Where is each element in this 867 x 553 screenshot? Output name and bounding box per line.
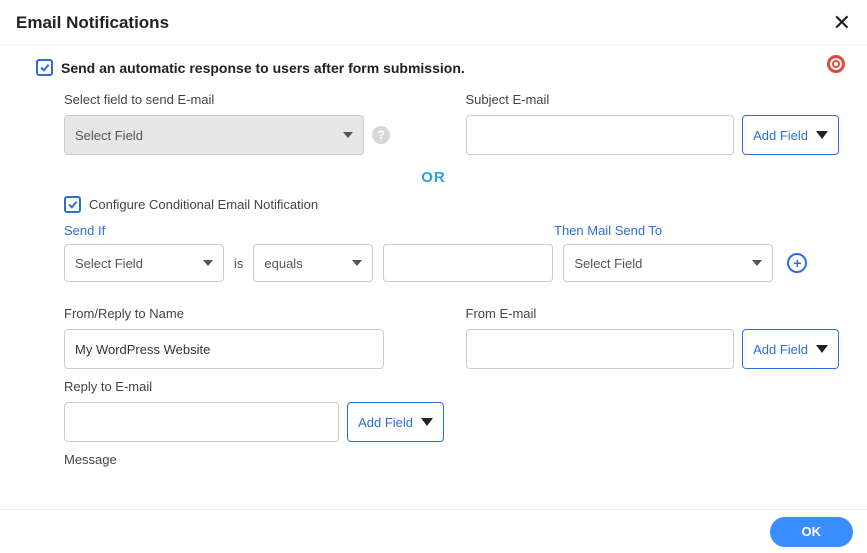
select-field-label: Select field to send E-mail [64, 92, 438, 107]
dialog-title: Email Notifications [16, 13, 169, 33]
help-tooltip-icon[interactable]: ? [372, 126, 390, 144]
subject-add-field-button[interactable]: Add Field [742, 115, 839, 155]
then-mail-dropdown[interactable]: Select Field [563, 244, 773, 282]
chevron-down-icon [816, 345, 828, 353]
subject-label: Subject E-mail [466, 92, 840, 107]
condition-value-input[interactable] [383, 244, 553, 282]
chevron-down-icon [352, 260, 362, 266]
from-name-label: From/Reply to Name [64, 306, 438, 321]
select-field-value: Select Field [75, 128, 143, 143]
help-lifering-icon[interactable] [827, 55, 845, 73]
from-email-label: From E-mail [466, 306, 840, 321]
subject-input[interactable] [466, 115, 735, 155]
send-if-label: Send If [64, 223, 105, 238]
or-divider: OR [28, 169, 839, 186]
send-auto-response-label: Send an automatic response to users afte… [61, 60, 465, 76]
from-email-add-field-button[interactable]: Add Field [742, 329, 839, 369]
condition-field-dropdown[interactable]: Select Field [64, 244, 224, 282]
then-mail-label: Then Mail Send To [554, 223, 764, 238]
reply-to-add-field-button[interactable]: Add Field [347, 402, 444, 442]
add-condition-icon[interactable]: + [787, 253, 807, 273]
reply-to-label: Reply to E-mail [64, 379, 444, 394]
reply-to-input[interactable] [64, 402, 339, 442]
chevron-down-icon [752, 260, 762, 266]
chevron-down-icon [203, 260, 213, 266]
chevron-down-icon [343, 132, 353, 138]
ok-button[interactable]: OK [770, 517, 854, 547]
is-word: is [234, 256, 243, 271]
chevron-down-icon [421, 418, 433, 426]
from-email-input[interactable] [466, 329, 735, 369]
message-label: Message [64, 452, 117, 467]
select-field-dropdown[interactable]: Select Field [64, 115, 364, 155]
close-icon[interactable]: ✕ [833, 12, 851, 34]
conditional-email-label: Configure Conditional Email Notification [89, 197, 318, 212]
send-auto-response-checkbox[interactable] [36, 59, 53, 76]
conditional-email-checkbox[interactable] [64, 196, 81, 213]
condition-operator-dropdown[interactable]: equals [253, 244, 373, 282]
from-name-input[interactable] [64, 329, 384, 369]
chevron-down-icon [816, 131, 828, 139]
